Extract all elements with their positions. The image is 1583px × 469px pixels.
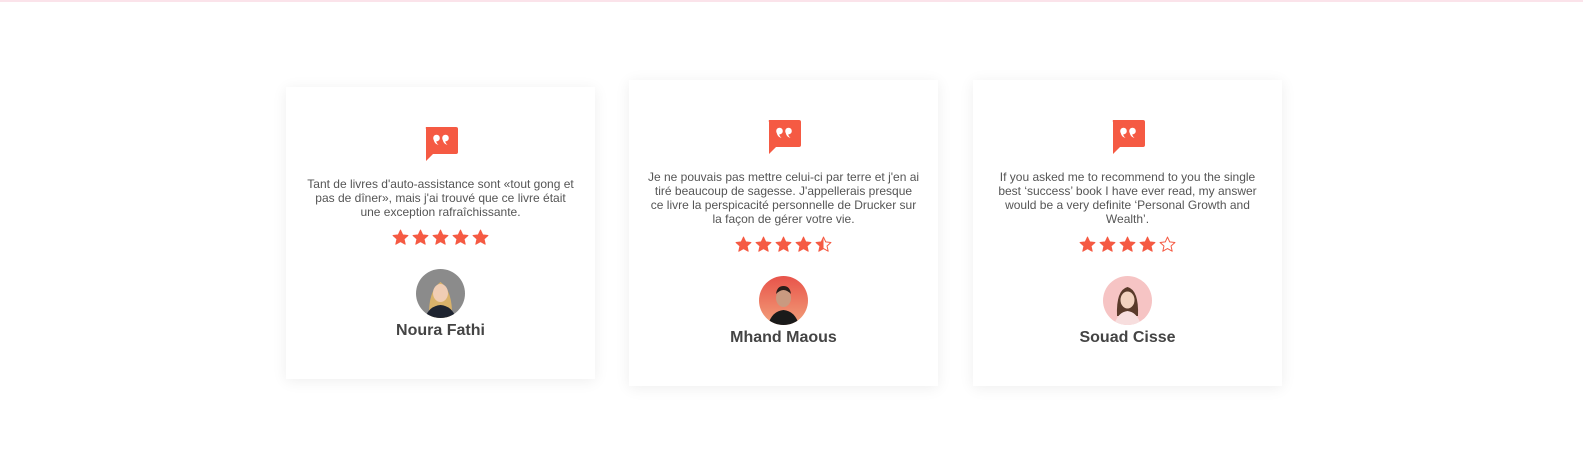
star-empty-icon [1159, 236, 1176, 252]
reviewer-name: Noura Fathi [396, 322, 485, 339]
star-full-icon [472, 229, 489, 245]
star-full-icon [392, 229, 409, 245]
quote-bubble-icon [1112, 120, 1145, 154]
star-full-icon [432, 229, 449, 245]
star-rating [286, 229, 595, 247]
star-full-icon [775, 236, 792, 252]
star-rating [629, 236, 938, 254]
star-full-icon [1119, 236, 1136, 252]
avatar [759, 276, 808, 325]
testimonial-card: If you asked me to recommend to you the … [973, 80, 1282, 386]
star-full-icon [1139, 236, 1156, 252]
reviewer-name: Mhand Maous [730, 329, 837, 346]
star-full-icon [452, 229, 469, 245]
quote-bubble-icon [425, 127, 458, 161]
star-full-icon [735, 236, 752, 252]
star-half-icon [815, 236, 832, 252]
testimonial-quote: Je ne pouvais pas mettre celui-ci par te… [647, 170, 920, 226]
testimonial-quote: Tant de livres d'auto-assistance sont «t… [307, 177, 574, 219]
reviewer-name: Souad Cisse [1079, 329, 1176, 346]
testimonial-card: Tant de livres d'auto-assistance sont «t… [286, 87, 595, 379]
top-divider [0, 0, 1583, 2]
star-rating [973, 236, 1282, 254]
star-full-icon [1099, 236, 1116, 252]
star-full-icon [755, 236, 772, 252]
avatar [416, 269, 465, 318]
testimonial-quote: If you asked me to recommend to you the … [998, 170, 1257, 226]
quote-bubble-icon [768, 120, 801, 154]
star-full-icon [412, 229, 429, 245]
star-full-icon [1079, 236, 1096, 252]
star-full-icon [795, 236, 812, 252]
testimonial-card: Je ne pouvais pas mettre celui-ci par te… [629, 80, 938, 386]
avatar [1103, 276, 1152, 325]
